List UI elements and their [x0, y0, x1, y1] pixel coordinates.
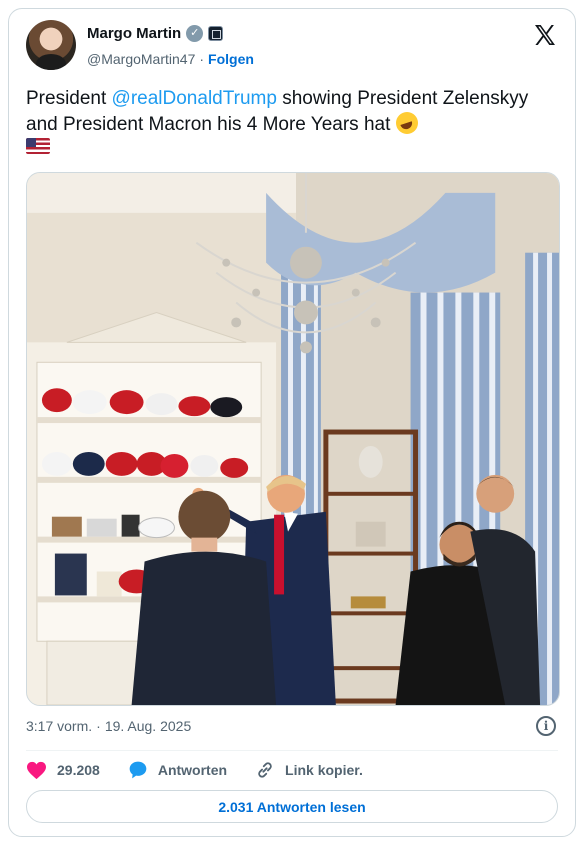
- author-avatar[interactable]: [26, 20, 76, 70]
- like-count: 29.208: [57, 762, 100, 778]
- follow-button[interactable]: Folgen: [208, 51, 254, 67]
- timestamp-separator: ·: [96, 718, 101, 734]
- tweet-date: 19. Aug. 2025: [104, 718, 192, 734]
- author-name[interactable]: Margo Martin: [87, 25, 181, 42]
- tweet-photo[interactable]: [26, 172, 560, 706]
- copy-link-button[interactable]: Link kopier.: [255, 760, 363, 780]
- handle-separator: ·: [199, 51, 205, 67]
- tweet-text-start: President: [26, 88, 112, 109]
- us-flag-icon: [26, 138, 50, 154]
- laughing-emoji-icon: [395, 112, 418, 134]
- divider: [26, 750, 558, 751]
- link-icon: [258, 762, 272, 778]
- tweet-embed-card: Margo Martin ✓ @MargoMartin47 · Folgen P…: [8, 8, 576, 837]
- verified-badge-icon: ✓: [186, 25, 204, 42]
- like-button[interactable]: 29.208: [26, 761, 100, 780]
- author-name-row: Margo Martin ✓: [87, 25, 224, 42]
- affiliation-badge-icon[interactable]: [208, 26, 224, 41]
- reply-label: Antworten: [157, 762, 228, 778]
- heart-icon: [27, 761, 46, 779]
- reply-button[interactable]: Antworten: [128, 760, 227, 780]
- reply-bubble-icon: [129, 761, 147, 779]
- author-handle[interactable]: @MargoMartin47: [87, 51, 195, 67]
- tweet-actions: 29.208 Antworten Link kopier.: [26, 760, 391, 780]
- info-icon[interactable]: i: [536, 716, 556, 736]
- tweet-time: 3:17 vorm.: [26, 718, 93, 734]
- tweet-timestamp[interactable]: 3:17 vorm. · 19. Aug. 2025: [26, 718, 191, 734]
- author-handle-row: @MargoMartin47 · Folgen: [87, 51, 254, 67]
- mention-link[interactable]: @realDonaldTrump: [112, 88, 277, 109]
- read-replies-button[interactable]: 2.031 Antworten lesen: [26, 790, 558, 823]
- tweet-text: President @realDonaldTrump showing Presi…: [26, 86, 556, 138]
- x-logo-icon[interactable]: [533, 23, 557, 47]
- copy-link-label: Link kopier.: [285, 762, 363, 778]
